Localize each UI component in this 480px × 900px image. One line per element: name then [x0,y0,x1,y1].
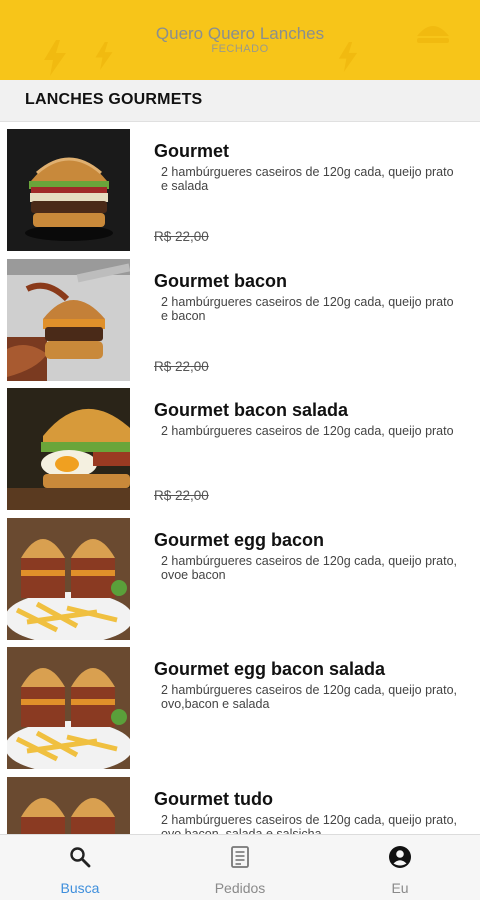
product-item[interactable]: Gourmet tudo 2 hambúrgueres caseiros de … [0,772,480,835]
product-name: Gourmet egg bacon [154,529,325,550]
product-list[interactable]: Gourmet 2 hambúrgueres caseiros de 120g … [0,124,480,834]
nav-tab-eu[interactable]: Eu [320,835,480,900]
product-description: 2 hambúrgueres caseiros de 120g cada, qu… [161,553,458,582]
category-header: LANCHES GOURMETS [0,80,480,122]
product-description: 2 hambúrgueres caseiros de 120g cada, qu… [161,424,454,438]
nav-tab-pedidos[interactable]: Pedidos [160,835,320,900]
search-icon [70,847,91,868]
account-icon [389,846,411,868]
nav-label: Eu [391,880,409,896]
burger-fries-photo [7,647,130,769]
product-name: Gourmet tudo [154,788,273,809]
product-name: Gourmet bacon salada [154,400,349,420]
nav-label: Busca [60,880,100,896]
product-description: 2 hambúrgueres caseiros de 120g cada, qu… [161,165,454,193]
product-description: 2 hambúrgueres caseiros de 120g cada, qu… [161,683,458,711]
product-name: Gourmet egg bacon salada [154,659,386,679]
document-icon [231,846,249,868]
product-item[interactable]: Gourmet egg bacon salada 2 hambúrgueres … [0,642,480,772]
product-price: R$ 22,00 [154,488,209,503]
product-price: R$ 22,00 [154,229,209,244]
product-price: R$ 22,00 [154,358,209,374]
bacon-burger-photo [7,258,130,381]
bottom-navigation: Busca Pedidos Eu [0,834,480,900]
store-status: FECHADO [211,43,269,55]
product-description: 2 hambúrgueres caseiros de 120g cada, qu… [161,294,454,323]
product-name: Gourmet [154,141,230,161]
burger-fries-photo [7,517,130,640]
product-item[interactable]: Gourmet bacon 2 hambúrgueres caseiros de… [0,254,480,384]
burger-photo [7,129,130,251]
product-description: 2 hambúrgueres caseiros de 120g cada, qu… [161,812,458,835]
product-item[interactable]: Gourmet bacon salada 2 hambúrgueres case… [0,383,480,513]
nav-label: Pedidos [214,880,266,896]
app-header: Quero Quero Lanches FECHADO [0,0,480,80]
product-name: Gourmet bacon [154,270,288,291]
nav-tab-busca[interactable]: Busca [0,835,160,900]
egg-burger-photo [7,388,130,510]
store-name: Quero Quero Lanches [155,24,325,43]
product-item[interactable]: Gourmet egg bacon 2 hambúrgueres caseiro… [0,513,480,643]
product-item[interactable]: Gourmet 2 hambúrgueres caseiros de 120g … [0,124,480,254]
category-title: LANCHES GOURMETS [25,91,203,108]
burger-fries-photo [7,776,130,834]
